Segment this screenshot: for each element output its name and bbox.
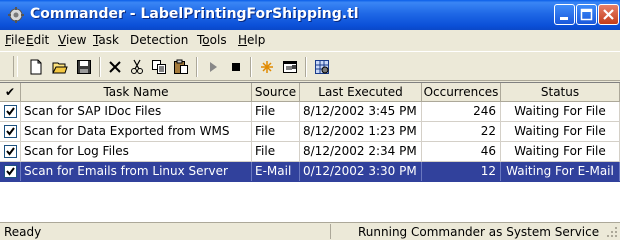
status-cell: Waiting For E-Mail bbox=[501, 162, 620, 181]
menu-task[interactable]: Task bbox=[93, 33, 119, 47]
menu-tools[interactable]: Tools bbox=[197, 33, 227, 47]
source-cell: E-Mail bbox=[252, 162, 300, 181]
maximize-icon bbox=[580, 8, 593, 21]
toolbar-separator bbox=[196, 57, 198, 77]
save-icon bbox=[77, 60, 91, 74]
run-icon bbox=[210, 62, 217, 72]
delete-icon bbox=[109, 61, 121, 73]
last-executed-cell: 0/12/2002 3:30 PM bbox=[300, 162, 422, 181]
menu-view[interactable]: View bbox=[58, 33, 86, 47]
window-title: Commander - LabelPrintingForShipping.tl bbox=[30, 6, 359, 22]
status-cell: Waiting For File bbox=[501, 142, 620, 161]
status-divider bbox=[330, 224, 331, 239]
toolbar-separator bbox=[99, 57, 101, 77]
save-button[interactable] bbox=[73, 56, 95, 78]
open-icon bbox=[52, 62, 68, 74]
new-button[interactable] bbox=[25, 56, 47, 78]
close-icon bbox=[603, 9, 614, 20]
enabled-checkbox[interactable] bbox=[4, 145, 17, 158]
menu-detection[interactable]: Detection bbox=[130, 33, 188, 47]
column-header-occurrences[interactable]: Occurrences bbox=[422, 83, 501, 102]
menu-edit[interactable]: Edit bbox=[26, 33, 49, 47]
copy-icon bbox=[152, 60, 166, 74]
service-status-text: Running Commander as System Service bbox=[358, 225, 600, 239]
column-header-source[interactable]: Source bbox=[252, 83, 300, 102]
properties-button[interactable] bbox=[279, 56, 301, 78]
last-executed-cell: 8/12/2002 1:23 PM bbox=[300, 122, 422, 141]
column-header-task-name[interactable]: Task Name bbox=[21, 83, 252, 102]
toolbar bbox=[0, 51, 620, 81]
checkmark-icon bbox=[6, 127, 15, 136]
new-icon bbox=[30, 59, 42, 75]
table-row[interactable]: Scan for SAP IDoc Files File 8/12/2002 3… bbox=[0, 102, 620, 122]
menu-file[interactable]: File bbox=[5, 33, 25, 47]
occurrences-cell: 246 bbox=[422, 102, 501, 121]
delete-button[interactable] bbox=[104, 56, 126, 78]
commander-app-icon bbox=[8, 7, 24, 23]
task-list[interactable]: ✔ Task Name Source Last Executed Occurre… bbox=[0, 82, 620, 222]
status-cell: Waiting For File bbox=[501, 122, 620, 141]
task-name-cell: Scan for Data Exported from WMS bbox=[21, 122, 252, 141]
menu-bar: File Edit View Task Detection Tools Help bbox=[0, 30, 620, 50]
checkbox-cell bbox=[0, 142, 21, 161]
status-cell: Waiting For File bbox=[501, 102, 620, 121]
resize-grip-icon[interactable] bbox=[606, 226, 618, 238]
enabled-checkbox[interactable] bbox=[4, 125, 17, 138]
paste-button[interactable] bbox=[170, 56, 192, 78]
checkmark-icon bbox=[6, 167, 15, 176]
cut-button[interactable] bbox=[126, 56, 148, 78]
column-header-enabled[interactable]: ✔ bbox=[0, 83, 21, 102]
checkmark-icon bbox=[6, 107, 15, 116]
column-header-status[interactable]: Status bbox=[501, 83, 620, 102]
column-header-last-executed[interactable]: Last Executed bbox=[300, 83, 422, 102]
enabled-checkbox[interactable] bbox=[4, 165, 17, 178]
task-name-cell: Scan for SAP IDoc Files bbox=[21, 102, 252, 121]
checkbox-cell bbox=[0, 122, 21, 141]
spark-button[interactable] bbox=[256, 56, 278, 78]
run-button[interactable] bbox=[202, 56, 224, 78]
open-button[interactable] bbox=[49, 56, 71, 78]
occurrences-cell: 22 bbox=[422, 122, 501, 141]
properties-icon bbox=[283, 61, 297, 73]
occurrences-cell: 46 bbox=[422, 142, 501, 161]
source-cell: File bbox=[252, 122, 300, 141]
toolbar-grip[interactable] bbox=[13, 56, 18, 77]
maximize-button[interactable] bbox=[576, 4, 597, 25]
table-row[interactable]: Scan for Log Files File 8/12/2002 2:34 P… bbox=[0, 142, 620, 162]
status-text: Ready bbox=[4, 225, 42, 239]
minimize-button[interactable] bbox=[554, 4, 575, 25]
task-name-cell: Scan for Emails from Linux Server bbox=[21, 162, 252, 181]
stop-button[interactable] bbox=[225, 56, 247, 78]
grid-settings-icon bbox=[315, 60, 329, 74]
close-button[interactable] bbox=[598, 4, 619, 25]
grid-settings-button[interactable] bbox=[311, 56, 333, 78]
paste-icon bbox=[174, 59, 188, 74]
checkbox-cell bbox=[0, 102, 21, 121]
checkmark-icon bbox=[6, 147, 15, 156]
menu-help[interactable]: Help bbox=[238, 33, 265, 47]
stop-icon bbox=[232, 63, 240, 71]
toolbar-separator bbox=[305, 57, 307, 77]
status-bar: Ready Running Commander as System Servic… bbox=[0, 222, 620, 240]
table-row[interactable]: Scan for Data Exported from WMS File 8/1… bbox=[0, 122, 620, 142]
toolbar-separator bbox=[250, 57, 252, 77]
source-cell: File bbox=[252, 142, 300, 161]
last-executed-cell: 8/12/2002 3:45 PM bbox=[300, 102, 422, 121]
checkbox-cell bbox=[0, 162, 21, 181]
occurrences-cell: 12 bbox=[422, 162, 501, 181]
source-cell: File bbox=[252, 102, 300, 121]
copy-button[interactable] bbox=[148, 56, 170, 78]
spark-icon bbox=[261, 61, 273, 73]
cut-icon bbox=[131, 59, 143, 74]
last-executed-cell: 8/12/2002 2:34 PM bbox=[300, 142, 422, 161]
title-bar[interactable]: Commander - LabelPrintingForShipping.tl bbox=[0, 0, 620, 30]
task-name-cell: Scan for Log Files bbox=[21, 142, 252, 161]
table-row-selected[interactable]: Scan for Emails from Linux Server E-Mail… bbox=[0, 162, 620, 182]
minimize-icon bbox=[560, 17, 568, 20]
enabled-checkbox[interactable] bbox=[4, 105, 17, 118]
